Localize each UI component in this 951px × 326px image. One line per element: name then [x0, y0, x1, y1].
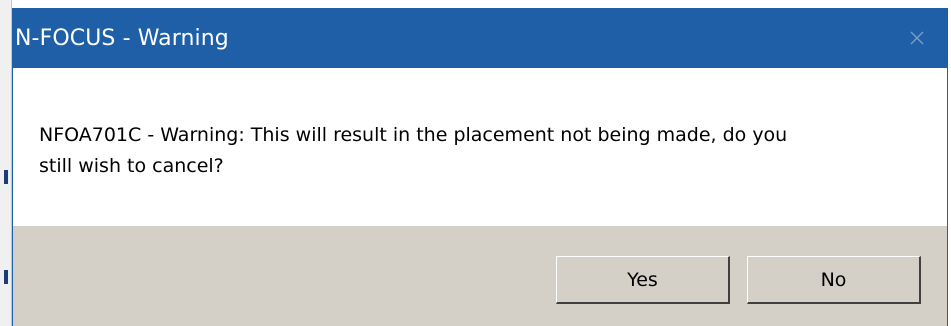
- dialog-title: N-FOCUS - Warning: [15, 25, 229, 51]
- no-button-label: No: [820, 268, 847, 291]
- yes-button-label: Yes: [627, 268, 658, 291]
- close-button[interactable]: [887, 8, 947, 68]
- no-button[interactable]: No: [747, 256, 921, 304]
- message-area: NFOA701C - Warning: This will result in …: [13, 68, 947, 226]
- background-window-fragment: [4, 270, 8, 284]
- warning-dialog: N-FOCUS - Warning NFOA701C - Warning: Th…: [12, 8, 948, 326]
- warning-message: NFOA701C - Warning: This will result in …: [39, 120, 899, 182]
- yes-button[interactable]: Yes: [556, 256, 730, 304]
- button-bar: Yes No: [13, 226, 947, 326]
- close-icon: [910, 31, 924, 45]
- message-line-2: still wish to cancel?: [39, 155, 224, 177]
- background-window-edge: [0, 0, 12, 326]
- title-bar[interactable]: N-FOCUS - Warning: [13, 8, 947, 68]
- background-window-fragment: [4, 170, 8, 184]
- message-line-1: NFOA701C - Warning: This will result in …: [39, 124, 788, 146]
